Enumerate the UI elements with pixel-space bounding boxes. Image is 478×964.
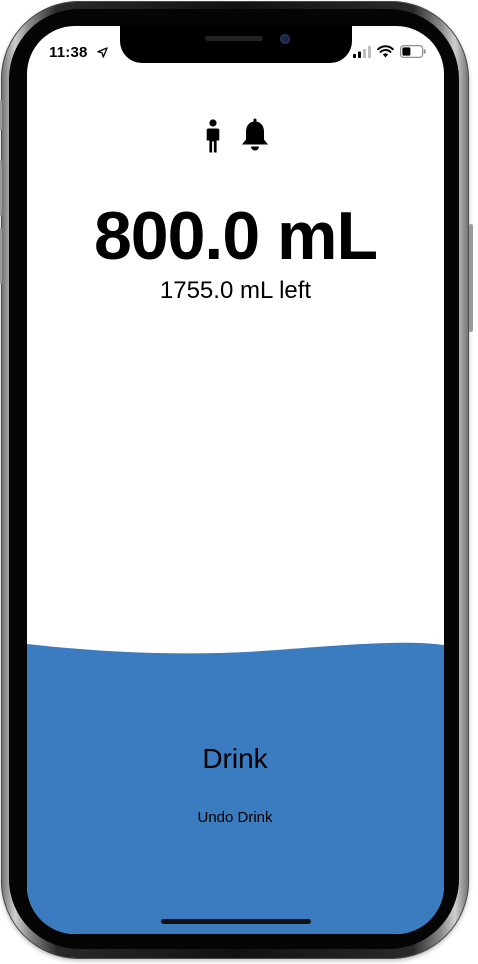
location-arrow-icon <box>97 47 108 58</box>
app-screen: 11:38 800.0 mL 1755.0 mL left Drink Undo… <box>27 26 444 934</box>
drink-button[interactable]: Drink <box>155 738 315 780</box>
current-intake-amount: 800.0 mL <box>93 198 378 274</box>
speaker-grille <box>205 36 263 41</box>
volume-button <box>0 100 2 130</box>
front-camera <box>280 34 290 44</box>
device-mockup: 11:38 800.0 mL 1755.0 mL left Drink Undo… <box>0 0 478 964</box>
cellular-signal-icon <box>353 46 371 58</box>
notch <box>120 26 352 63</box>
wifi-icon <box>377 45 394 58</box>
undo-drink-button[interactable]: Undo Drink <box>155 806 315 830</box>
volume-button <box>0 160 2 216</box>
person-icon[interactable] <box>205 119 221 153</box>
bell-icon[interactable] <box>240 118 270 152</box>
status-time: 11:38 <box>49 44 88 61</box>
side-button <box>469 224 473 332</box>
water-level-fill <box>27 642 444 934</box>
volume-button <box>0 228 2 284</box>
battery-icon <box>400 45 426 58</box>
home-indicator[interactable] <box>161 919 311 924</box>
remaining-amount: 1755.0 mL left <box>159 277 312 304</box>
